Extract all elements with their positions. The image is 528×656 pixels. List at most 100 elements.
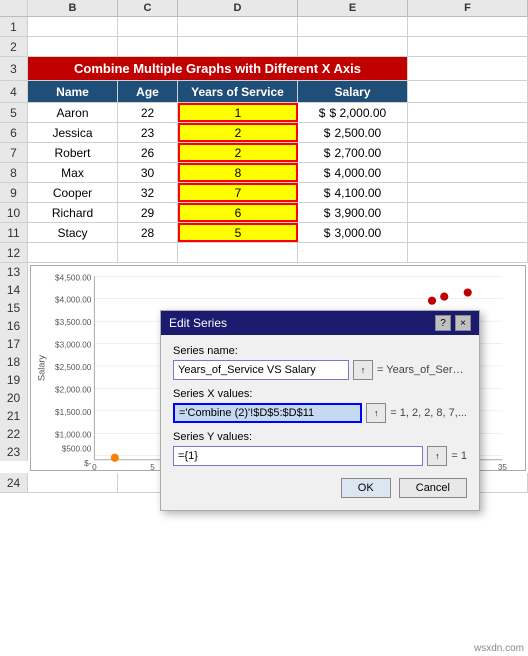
cell-f11[interactable] bbox=[408, 223, 528, 242]
series-y-row: ↑ = 1 bbox=[173, 446, 467, 466]
svg-text:$2,500.00: $2,500.00 bbox=[55, 363, 92, 372]
cell-d2[interactable] bbox=[178, 37, 298, 56]
series-x-label: Series X values: bbox=[173, 388, 467, 400]
cell-c1[interactable] bbox=[118, 17, 178, 36]
rownum-9: 9 bbox=[0, 183, 28, 202]
cell-d5[interactable]: 1 bbox=[178, 103, 298, 122]
row-7: 7 Robert 26 2 $2,700.00 bbox=[0, 143, 528, 163]
cell-f4[interactable] bbox=[408, 81, 528, 102]
cell-b2[interactable] bbox=[28, 37, 118, 56]
cell-e1[interactable] bbox=[298, 17, 408, 36]
rownum-23: 23 bbox=[0, 443, 28, 461]
cell-d9[interactable]: 7 bbox=[178, 183, 298, 202]
cell-c9[interactable]: 32 bbox=[118, 183, 178, 202]
cancel-button[interactable]: Cancel bbox=[399, 478, 467, 498]
svg-text:35: 35 bbox=[498, 463, 508, 470]
cell-e10[interactable]: $3,900.00 bbox=[298, 203, 408, 222]
cell-e5[interactable]: $$ 2,000.00 bbox=[298, 103, 408, 122]
cell-f2[interactable] bbox=[408, 37, 528, 56]
cell-b11[interactable]: Stacy bbox=[28, 223, 118, 242]
rownum-17: 17 bbox=[0, 335, 28, 353]
corner-cell bbox=[0, 0, 28, 16]
row-12: 12 bbox=[0, 243, 528, 263]
cell-d8[interactable]: 8 bbox=[178, 163, 298, 182]
series-name-label: Series name: bbox=[173, 345, 467, 357]
series-y-label: Series Y values: bbox=[173, 431, 467, 443]
cell-f8[interactable] bbox=[408, 163, 528, 182]
datapoint-richard bbox=[428, 297, 436, 305]
cell-c10[interactable]: 29 bbox=[118, 203, 178, 222]
cell-e9[interactable]: $4,100.00 bbox=[298, 183, 408, 202]
series-y-input[interactable] bbox=[173, 446, 423, 466]
cell-f6[interactable] bbox=[408, 123, 528, 142]
rownum-3: 3 bbox=[0, 57, 28, 80]
row-3: 3 Combine Multiple Graphs with Different… bbox=[0, 57, 528, 81]
cell-d11[interactable]: 5 bbox=[178, 223, 298, 242]
ok-button[interactable]: OK bbox=[341, 478, 391, 498]
cell-c8[interactable]: 30 bbox=[118, 163, 178, 182]
row-8: 8 Max 30 8 $4,000.00 bbox=[0, 163, 528, 183]
row-1: 1 bbox=[0, 17, 528, 37]
rownum-13: 13 bbox=[0, 263, 28, 281]
cell-e7[interactable]: $2,700.00 bbox=[298, 143, 408, 162]
svg-text:5: 5 bbox=[150, 463, 155, 470]
cell-b5[interactable]: Aaron bbox=[28, 103, 118, 122]
cell-f1[interactable] bbox=[408, 17, 528, 36]
rownum-21: 21 bbox=[0, 407, 28, 425]
cell-d7[interactable]: 2 bbox=[178, 143, 298, 162]
row-10: 10 Richard 29 6 $3,900.00 bbox=[0, 203, 528, 223]
rownum-6: 6 bbox=[0, 123, 28, 142]
series-x-input[interactable] bbox=[173, 403, 362, 423]
series-name-range-button[interactable]: ↑ bbox=[353, 360, 373, 380]
series-y-range-button[interactable]: ↑ bbox=[427, 446, 447, 466]
cell-d6[interactable]: 2 bbox=[178, 123, 298, 142]
title-cell: Combine Multiple Graphs with Different X… bbox=[28, 57, 408, 80]
cell-c11[interactable]: 28 bbox=[118, 223, 178, 242]
row-6: 6 Jessica 23 2 $2,500.00 bbox=[0, 123, 528, 143]
cell-f5[interactable] bbox=[408, 103, 528, 122]
rownum-1: 1 bbox=[0, 17, 28, 36]
cell-b12[interactable] bbox=[28, 243, 118, 262]
cell-c5[interactable]: 22 bbox=[118, 103, 178, 122]
dialog-help-button[interactable]: ? bbox=[435, 315, 451, 331]
row-2: 2 bbox=[0, 37, 528, 57]
rownum-14: 14 bbox=[0, 281, 28, 299]
rownum-15: 15 bbox=[0, 299, 28, 317]
cell-f9[interactable] bbox=[408, 183, 528, 202]
cell-d10[interactable]: 6 bbox=[178, 203, 298, 222]
series-name-input[interactable] bbox=[173, 360, 349, 380]
dialog-titlebar: Edit Series ? × bbox=[161, 311, 479, 335]
rownum-18: 18 bbox=[0, 353, 28, 371]
rownum-20: 20 bbox=[0, 389, 28, 407]
cell-b10[interactable]: Richard bbox=[28, 203, 118, 222]
cell-c12[interactable] bbox=[118, 243, 178, 262]
cell-f12[interactable] bbox=[408, 243, 528, 262]
svg-text:$4,500.00: $4,500.00 bbox=[55, 273, 92, 282]
dialog-close-button[interactable]: × bbox=[455, 315, 471, 331]
cell-c6[interactable]: 23 bbox=[118, 123, 178, 142]
cell-d1[interactable] bbox=[178, 17, 298, 36]
cell-b9[interactable]: Cooper bbox=[28, 183, 118, 202]
series-x-range-button[interactable]: ↑ bbox=[366, 403, 386, 423]
cell-b8[interactable]: Max bbox=[28, 163, 118, 182]
col-header-b: B bbox=[28, 0, 118, 16]
cell-b6[interactable]: Jessica bbox=[28, 123, 118, 142]
cell-e6[interactable]: $2,500.00 bbox=[298, 123, 408, 142]
cell-e2[interactable] bbox=[298, 37, 408, 56]
row-5: 5 Aaron 22 1 $$ 2,000.00 bbox=[0, 103, 528, 123]
row-4: 4 Name Age Years of Service Salary bbox=[0, 81, 528, 103]
dialog-title: Edit Series bbox=[169, 316, 227, 330]
cell-c7[interactable]: 26 bbox=[118, 143, 178, 162]
cell-f10[interactable] bbox=[408, 203, 528, 222]
cell-e12[interactable] bbox=[298, 243, 408, 262]
cell-b1[interactable] bbox=[28, 17, 118, 36]
cell-e8[interactable]: $4,000.00 bbox=[298, 163, 408, 182]
cell-e11[interactable]: $3,000.00 bbox=[298, 223, 408, 242]
cell-b24[interactable] bbox=[28, 473, 118, 492]
cell-f7[interactable] bbox=[408, 143, 528, 162]
cell-b7[interactable]: Robert bbox=[28, 143, 118, 162]
cell-f3[interactable] bbox=[408, 57, 528, 80]
cell-d12[interactable] bbox=[178, 243, 298, 262]
cell-c2[interactable] bbox=[118, 37, 178, 56]
datapoint-cooper bbox=[464, 288, 472, 296]
